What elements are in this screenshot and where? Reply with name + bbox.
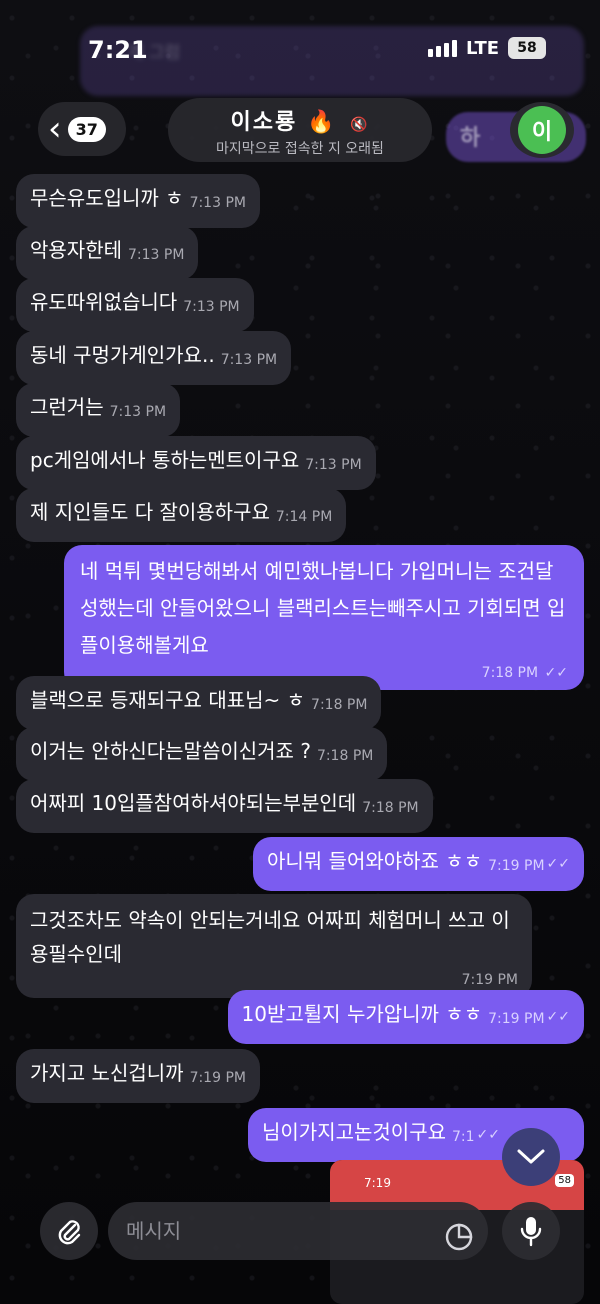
attach-button[interactable] bbox=[40, 1202, 98, 1260]
message-bubble-incoming[interactable]: 이거는 안하신다는말씀이신거죠 ? 7:18 PM bbox=[16, 727, 388, 781]
message-text: 네 먹튀 몇번당해봐서 예민했나봅니다 가입머니는 조건달성했는데 안들어왔으니… bbox=[80, 559, 566, 657]
message-time: 7:13 PM bbox=[128, 247, 185, 263]
read-receipt-icon: ✓✓ bbox=[544, 665, 568, 681]
contact-name: 이소룡 bbox=[230, 110, 298, 135]
scroll-down-button[interactable] bbox=[502, 1128, 560, 1186]
message-bubble-incoming[interactable]: pc게임에서나 통하는멘트이구요 7:13 PM bbox=[16, 436, 376, 490]
message-bubble-incoming[interactable]: 무슨유도입니까 ㅎ 7:13 PM bbox=[16, 174, 260, 228]
message-text: pc게임에서나 통하는멘트이구요 bbox=[30, 448, 300, 472]
message-text: 제 지인들도 다 잘이용하구요 bbox=[30, 500, 270, 524]
message-time: 7:13 PM bbox=[183, 299, 240, 315]
message-text: 어짜피 10입플참여하셔야되는부분인데 bbox=[30, 791, 357, 815]
message-time: 7:19 PM bbox=[488, 858, 545, 874]
message-bubble-incoming[interactable]: 유도따위없습니다 7:13 PM bbox=[16, 278, 254, 332]
avatar-letter: 이 bbox=[518, 106, 566, 154]
message-time: 7:18 PM bbox=[362, 800, 419, 816]
last-seen-status: 마지막으로 접속한 지 오래됨 bbox=[216, 141, 384, 157]
message-time: 7:19 PM bbox=[488, 1011, 545, 1027]
fire-emoji: 🔥 bbox=[306, 110, 337, 135]
chevron-left-icon: ‹ bbox=[48, 109, 62, 149]
message-input[interactable]: 메시지 bbox=[108, 1202, 488, 1260]
back-button[interactable]: ‹ 37 bbox=[38, 102, 126, 156]
thumbnail-battery: 58 bbox=[555, 1174, 574, 1187]
message-time: 7:18 PM bbox=[481, 665, 539, 681]
chat-title[interactable]: 이소룡 🔥 🔇 마지막으로 접속한 지 오래됨 bbox=[168, 98, 432, 162]
message-bubble-incoming[interactable]: 그런거는 7:13 PM bbox=[16, 383, 181, 437]
message-time: 7:13 PM bbox=[305, 457, 362, 473]
message-text: 악용자한테 bbox=[30, 238, 122, 262]
message-text: 무슨유도입니까 ㅎ bbox=[30, 186, 184, 210]
sticker-icon[interactable] bbox=[444, 1216, 474, 1274]
chevron-down-icon bbox=[517, 1149, 545, 1164]
battery-icon: 58 bbox=[508, 37, 546, 59]
voice-record-button[interactable] bbox=[502, 1202, 560, 1260]
message-time: 7:18 PM bbox=[316, 748, 374, 764]
message-bubble-incoming[interactable]: 제 지인들도 다 잘이용하구요 7:14 PM bbox=[16, 488, 347, 542]
message-bubble-incoming[interactable]: 그것조차도 약속이 안되는거네요 어짜피 체험머니 쓰고 이용필수인데 7:19… bbox=[16, 894, 532, 998]
message-bubble-incoming[interactable]: 동네 구멍가게인가요.. 7:13 PM bbox=[16, 331, 292, 385]
read-receipt-icon: ✓✓ bbox=[546, 856, 570, 872]
avatar[interactable]: 이 bbox=[510, 102, 574, 158]
message-bubble-incoming[interactable]: 악용자한테 7:13 PM bbox=[16, 226, 199, 280]
message-text: 이거는 안하신다는말씀이신거죠 ? bbox=[30, 739, 311, 763]
microphone-icon bbox=[520, 1217, 542, 1247]
message-bubble-outgoing[interactable]: 10받고튈지 누가압니까 ㅎㅎ 7:19 PM ✓✓ bbox=[227, 990, 584, 1044]
message-bubble-incoming[interactable]: 블랙으로 등재되구요 대표님~ ㅎ 7:18 PM bbox=[16, 676, 382, 730]
message-input-placeholder: 메시지 bbox=[126, 1219, 182, 1243]
message-text: 가지고 노신겁니까 bbox=[30, 1061, 184, 1085]
status-bar: 7:21 LTE 58 bbox=[0, 0, 600, 92]
status-time: 7:21 bbox=[88, 36, 148, 64]
message-bubble-incoming[interactable]: 가지고 노신겁니까 7:19 PM bbox=[16, 1049, 260, 1103]
read-receipt-icon: ✓✓ bbox=[546, 1009, 570, 1025]
message-time: 7:1 bbox=[452, 1129, 475, 1145]
message-time: 7:19 PM bbox=[189, 1070, 246, 1086]
message-text: 블랙으로 등재되구요 대표님~ ㅎ bbox=[30, 688, 306, 712]
signal-icon bbox=[428, 40, 457, 57]
network-label: LTE bbox=[466, 38, 500, 59]
message-text: 그런거는 bbox=[30, 395, 104, 419]
message-text: 10받고튈지 누가압니까 ㅎㅎ bbox=[241, 1002, 483, 1026]
message-text: 유도따위없습니다 bbox=[30, 290, 178, 314]
message-text: 님이가지고논것이구요 bbox=[262, 1120, 446, 1144]
message-text: 그것조차도 약속이 안되는거네요 어짜피 체험머니 쓰고 이용필수인데 bbox=[30, 908, 510, 966]
message-time: 7:19 PM bbox=[461, 972, 518, 988]
thumbnail-time: 7:19 bbox=[364, 1176, 391, 1190]
message-text: 동네 구멍가게인가요.. bbox=[30, 343, 215, 367]
paperclip-icon bbox=[58, 1220, 81, 1245]
message-time: 7:13 PM bbox=[109, 404, 167, 420]
read-receipt-icon: ✓✓ bbox=[476, 1127, 500, 1143]
message-time: 7:13 PM bbox=[220, 352, 278, 368]
message-time: 7:13 PM bbox=[189, 195, 246, 211]
ghost-message-text: 하 bbox=[460, 126, 481, 151]
unread-count-badge: 37 bbox=[67, 116, 106, 142]
muted-icon: 🔇 bbox=[350, 117, 370, 133]
message-time: 7:14 PM bbox=[275, 509, 333, 525]
message-bubble-incoming[interactable]: 어짜피 10입플참여하셔야되는부분인데 7:18 PM bbox=[16, 779, 433, 833]
message-text: 아니뭐 들어와야하죠 ㅎㅎ bbox=[266, 849, 483, 873]
message-bubble-outgoing[interactable]: 네 먹튀 몇번당해봐서 예민했나봅니다 가입머니는 조건달성했는데 안들어왔으니… bbox=[64, 545, 584, 690]
message-bubble-outgoing[interactable]: 아니뭐 들어와야하죠 ㅎㅎ 7:19 PM ✓✓ bbox=[252, 837, 584, 891]
message-time: 7:18 PM bbox=[311, 697, 368, 713]
